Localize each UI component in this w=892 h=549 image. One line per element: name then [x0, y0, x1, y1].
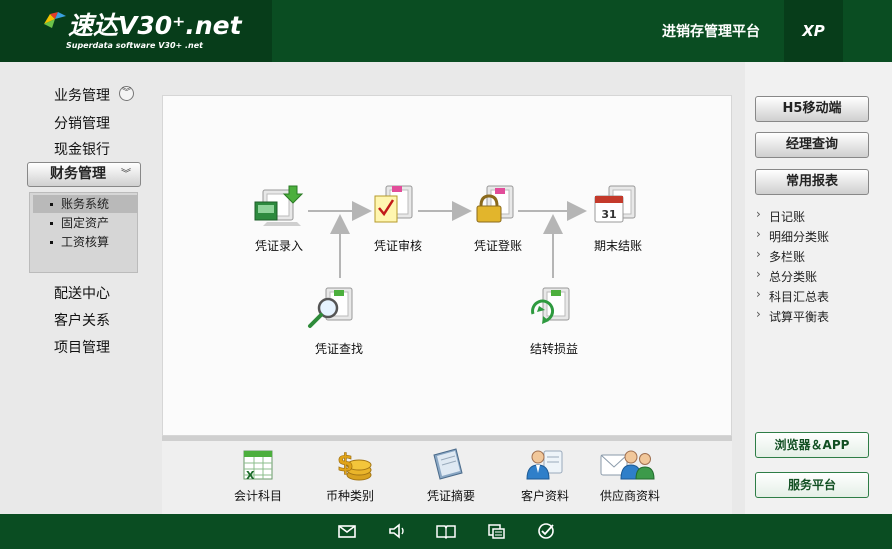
logo-subtitle: Superdata software V30+ .net [66, 41, 203, 50]
collapse-chevron-icon[interactable]: ︾ [119, 86, 134, 101]
tool-suppliers-label[interactable]: 供应商资料 [600, 487, 660, 504]
period-close-icon[interactable]: 31 [591, 182, 645, 230]
voucher-post-icon[interactable] [471, 182, 521, 230]
logo[interactable]: 速达V30⁺.net Superdata software V30+ .net [0, 0, 272, 62]
browser-app-button[interactable]: 浏览器＆APP [755, 432, 869, 458]
speaker-icon[interactable] [386, 521, 408, 541]
voucher-post-label[interactable]: 凭证登账 [474, 237, 522, 254]
common-reports-button[interactable]: 常用报表 [755, 169, 869, 195]
logo-title: 速达V30⁺.net [68, 11, 242, 40]
report-link-general-ledger[interactable]: 总分类账 [756, 267, 817, 285]
voucher-entry-label[interactable]: 凭证录入 [255, 237, 303, 254]
tools-strip: X 会计科目 $ 币种类别 凭证摘要 客户资料 供应商资料 [162, 441, 732, 514]
nav-projects[interactable]: 项目管理 [54, 337, 110, 357]
report-link-trial-balance[interactable]: 试算平衡表 [756, 307, 829, 325]
voucher-audit-icon[interactable] [370, 182, 420, 230]
sub-item-payroll[interactable]: 工资核算 [33, 233, 138, 251]
report-link-journal[interactable]: 日记账 [756, 207, 805, 225]
carry-forward-label[interactable]: 结转损益 [530, 340, 578, 357]
nav-finance[interactable]: 财务管理 ︾ [27, 162, 141, 187]
nav-customer-relations[interactable]: 客户关系 [54, 310, 110, 330]
nav-delivery[interactable]: 配送中心 [54, 283, 110, 303]
report-link-detail-ledger[interactable]: 明细分类账 [756, 227, 829, 245]
tool-accounts-label[interactable]: 会计科目 [234, 487, 282, 504]
platform-title: 进销存管理平台 [662, 24, 760, 40]
sub-item-ledger[interactable]: 账务系统 [33, 195, 138, 213]
notebook-icon[interactable] [428, 445, 468, 483]
svg-text:X: X [246, 469, 255, 482]
bottom-bar [0, 514, 892, 549]
tool-summary-label[interactable]: 凭证摘要 [427, 487, 475, 504]
currency-coins-icon[interactable]: $ [333, 445, 375, 483]
tool-customers-label[interactable]: 客户资料 [521, 487, 569, 504]
flow-panel: 凭证录入 凭证审核 凭证登账 31 期末结账 凭证查找 结转损益 [162, 95, 732, 436]
service-platform-button[interactable]: 服务平台 [755, 472, 869, 498]
spreadsheet-icon[interactable]: X [240, 447, 276, 483]
nav-business[interactable]: 业务管理 [54, 85, 110, 105]
finance-submenu: 账务系统 固定资产 工资核算 [29, 192, 138, 273]
window-icon[interactable] [485, 521, 507, 541]
sub-item-fixed-assets[interactable]: 固定资产 [33, 214, 138, 232]
check-circle-icon[interactable] [535, 521, 557, 541]
mail-icon[interactable] [336, 521, 358, 541]
voucher-audit-label[interactable]: 凭证审核 [374, 237, 422, 254]
voucher-query-label[interactable]: 凭证查找 [315, 340, 363, 357]
h5-mobile-button[interactable]: H5移动端 [755, 96, 869, 122]
voucher-query-icon[interactable] [306, 284, 360, 334]
report-link-account-summary[interactable]: 科目汇总表 [756, 287, 829, 305]
nav-distribution[interactable]: 分销管理 [54, 113, 110, 133]
book-icon[interactable] [435, 521, 457, 541]
tool-currency-label[interactable]: 币种类别 [326, 487, 374, 504]
supplier-icon[interactable] [599, 445, 655, 483]
customer-icon[interactable] [524, 445, 566, 483]
manager-query-button[interactable]: 经理查询 [755, 132, 869, 158]
edition-badge: XP [784, 0, 843, 62]
carry-forward-icon[interactable] [525, 284, 579, 334]
chevron-down-icon: ︾ [121, 169, 131, 180]
svg-text:$: $ [337, 449, 354, 477]
nav-cash-bank[interactable]: 现金银行 [54, 139, 110, 159]
flow-arrows [308, 201, 587, 278]
report-link-multi-column[interactable]: 多栏账 [756, 247, 805, 265]
period-close-label[interactable]: 期末结账 [594, 237, 642, 254]
svg-text:31: 31 [601, 208, 616, 221]
voucher-entry-icon[interactable] [253, 184, 307, 230]
nav-finance-label: 财务管理 [50, 166, 106, 182]
top-header: 速达V30⁺.net Superdata software V30+ .net … [0, 0, 892, 62]
